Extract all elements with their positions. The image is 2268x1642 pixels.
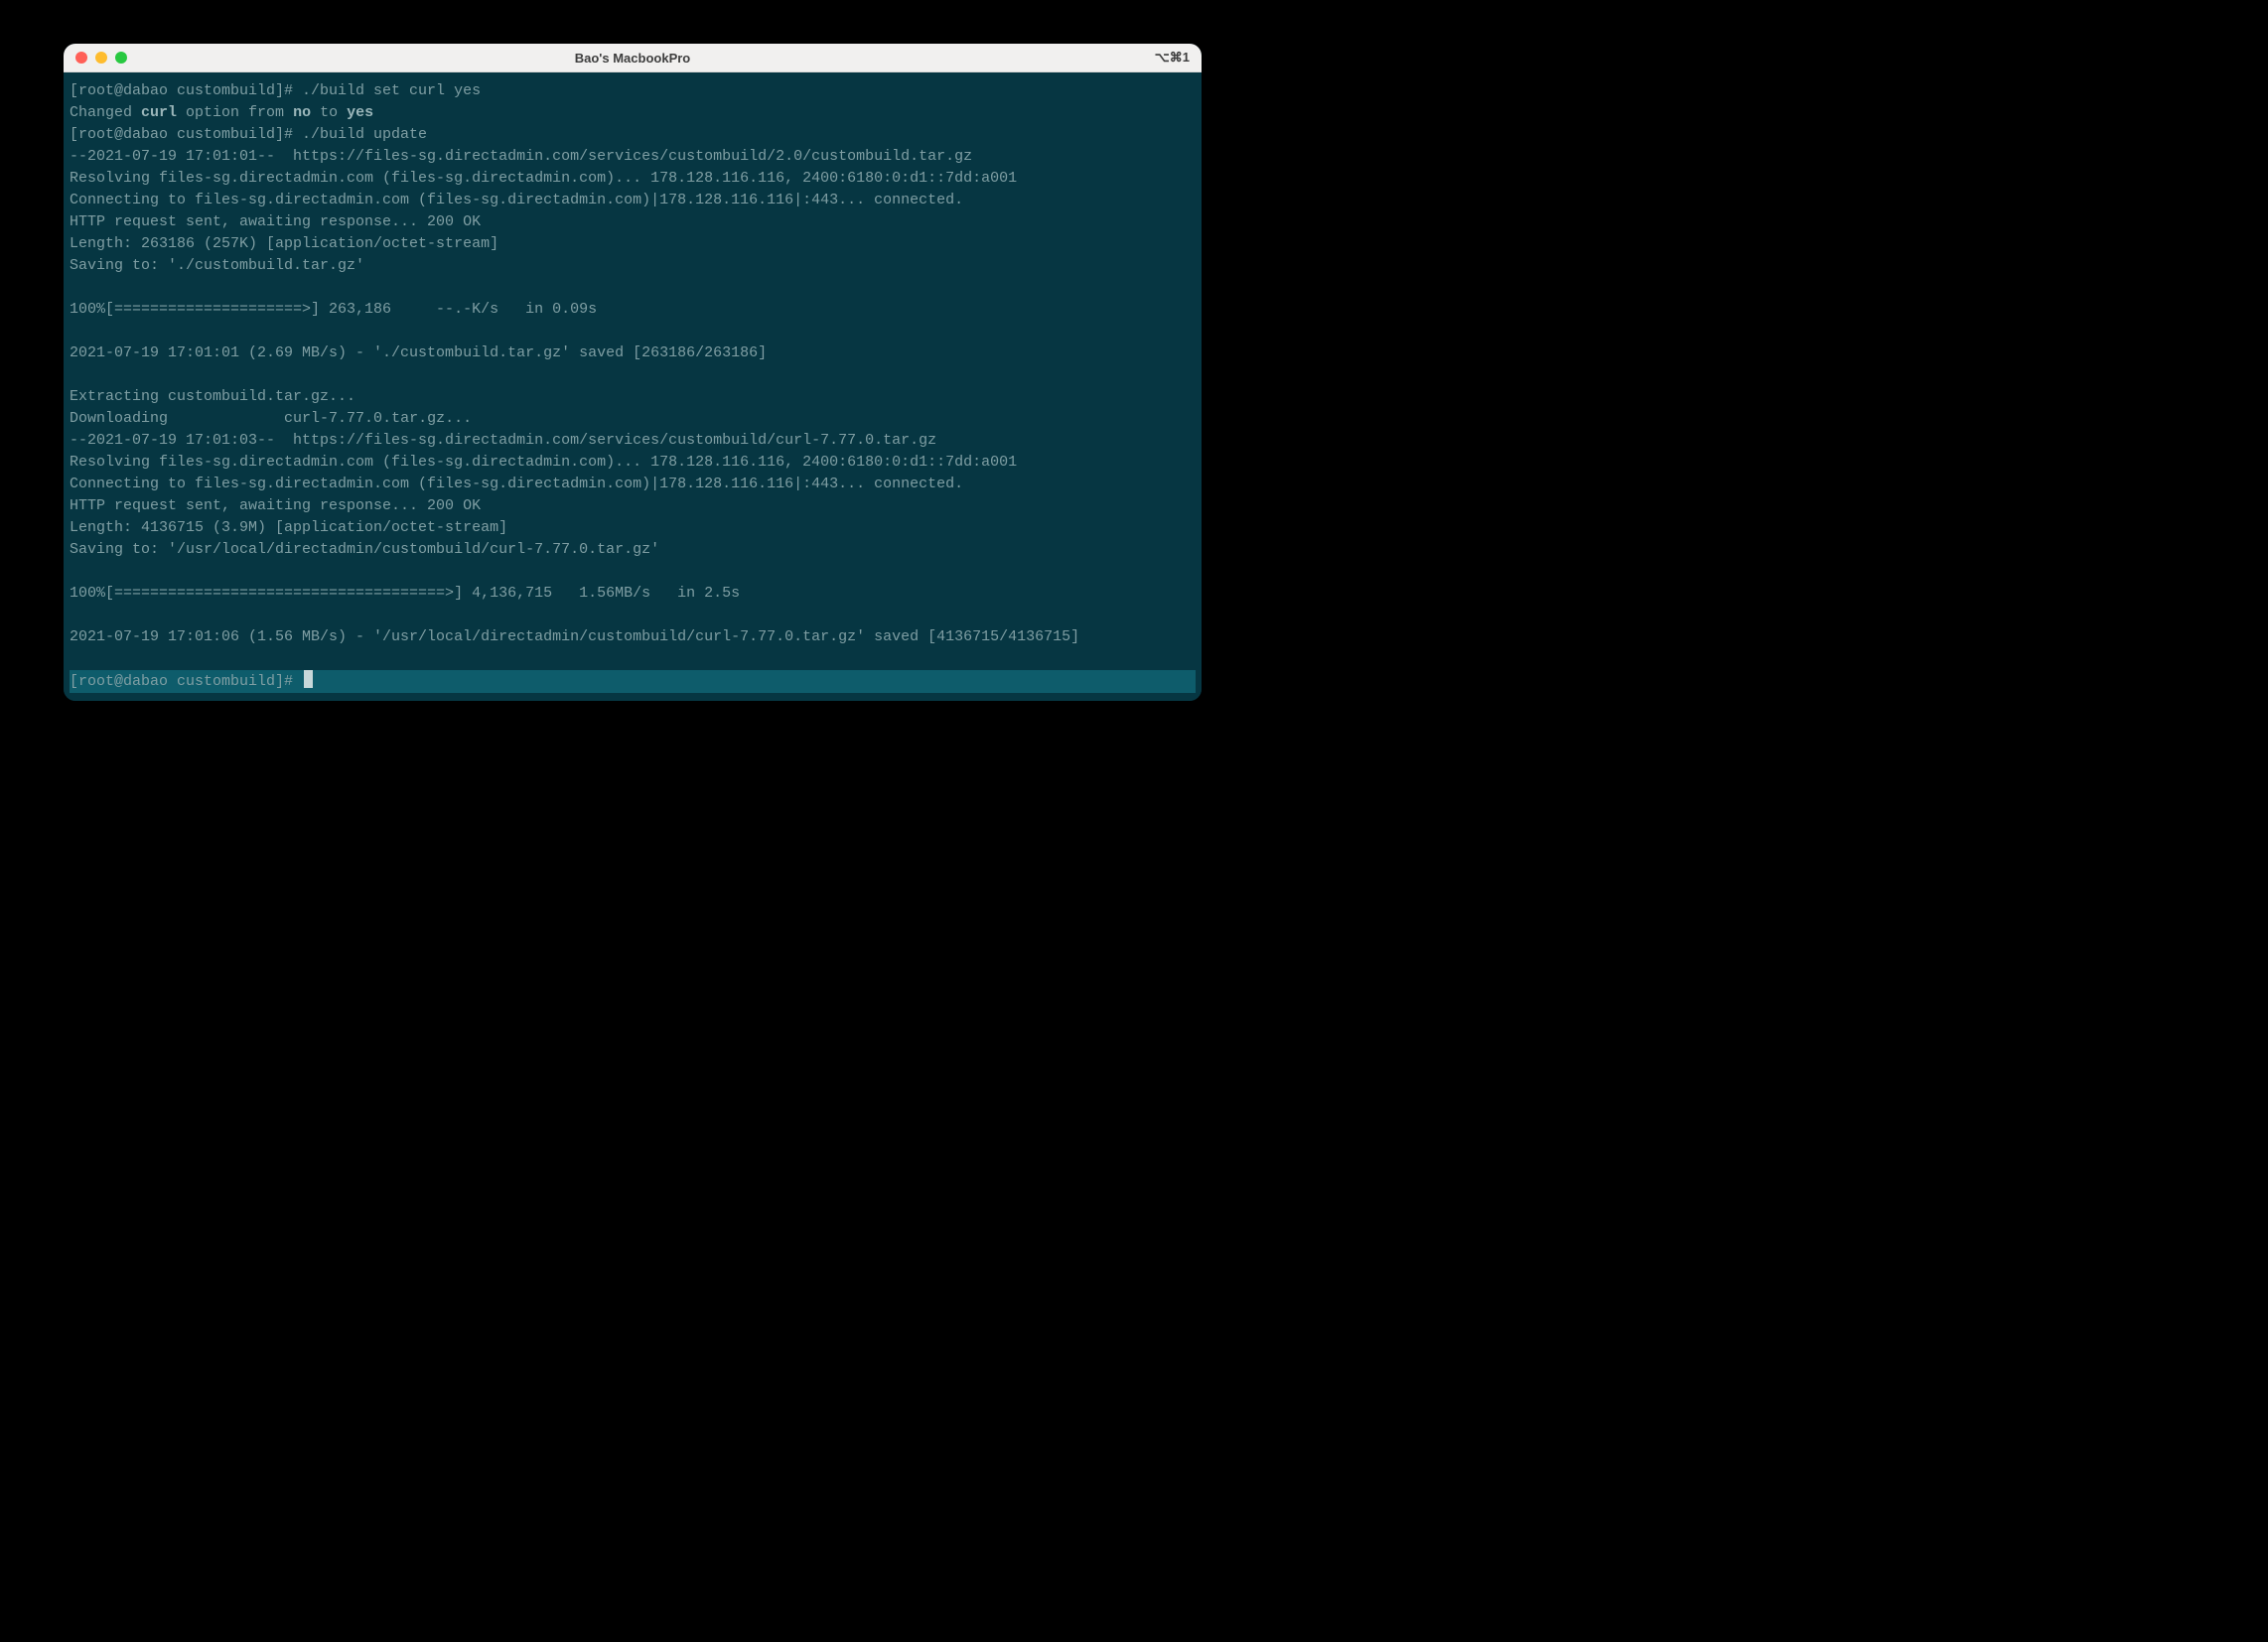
terminal-line: [70, 277, 1196, 299]
terminal-line: 2021-07-19 17:01:01 (2.69 MB/s) - './cus…: [70, 342, 1196, 364]
terminal-window: Bao's MacbookPro ⌥⌘1 [root@dabao customb…: [64, 44, 1202, 701]
window-controls: [64, 52, 127, 64]
terminal-line: 100%[=====================>] 263,186 --.…: [70, 299, 1196, 321]
terminal-prompt[interactable]: [root@dabao custombuild]#: [70, 670, 1196, 693]
terminal-line: --2021-07-19 17:01:03-- https://files-sg…: [70, 430, 1196, 452]
terminal-line: HTTP request sent, awaiting response... …: [70, 211, 1196, 233]
terminal-line: 2021-07-19 17:01:06 (1.56 MB/s) - '/usr/…: [70, 626, 1196, 648]
terminal-body[interactable]: [root@dabao custombuild]# ./build set cu…: [64, 72, 1202, 701]
terminal-line: [root@dabao custombuild]# ./build set cu…: [70, 80, 1196, 102]
terminal-line: --2021-07-19 17:01:01-- https://files-sg…: [70, 146, 1196, 168]
minimize-icon[interactable]: [95, 52, 107, 64]
close-icon[interactable]: [75, 52, 87, 64]
terminal-line: 100%[===================================…: [70, 583, 1196, 605]
terminal-line: Saving to: '/usr/local/directadmin/custo…: [70, 539, 1196, 561]
terminal-line: Resolving files-sg.directadmin.com (file…: [70, 168, 1196, 190]
terminal-line: Resolving files-sg.directadmin.com (file…: [70, 452, 1196, 474]
terminal-line: Length: 263186 (257K) [application/octet…: [70, 233, 1196, 255]
terminal-line: [70, 648, 1196, 670]
terminal-line: [70, 321, 1196, 342]
terminal-line: Connecting to files-sg.directadmin.com (…: [70, 474, 1196, 495]
terminal-line: [70, 561, 1196, 583]
terminal-line: HTTP request sent, awaiting response... …: [70, 495, 1196, 517]
zoom-icon[interactable]: [115, 52, 127, 64]
titlebar: Bao's MacbookPro ⌥⌘1: [64, 44, 1202, 72]
terminal-line: Length: 4136715 (3.9M) [application/octe…: [70, 517, 1196, 539]
terminal-line: [root@dabao custombuild]# ./build update: [70, 124, 1196, 146]
terminal-line: Extracting custombuild.tar.gz...: [70, 386, 1196, 408]
terminal-line: [70, 605, 1196, 626]
terminal-line: Connecting to files-sg.directadmin.com (…: [70, 190, 1196, 211]
window-shortcut: ⌥⌘1: [1155, 50, 1190, 66]
terminal-line: Saving to: './custombuild.tar.gz': [70, 255, 1196, 277]
cursor-icon: [304, 670, 313, 688]
terminal-line: Changed curl option from no to yes: [70, 102, 1196, 124]
terminal-line: [70, 364, 1196, 386]
terminal-line: Downloading curl-7.77.0.tar.gz...: [70, 408, 1196, 430]
window-title: Bao's MacbookPro: [64, 51, 1202, 66]
